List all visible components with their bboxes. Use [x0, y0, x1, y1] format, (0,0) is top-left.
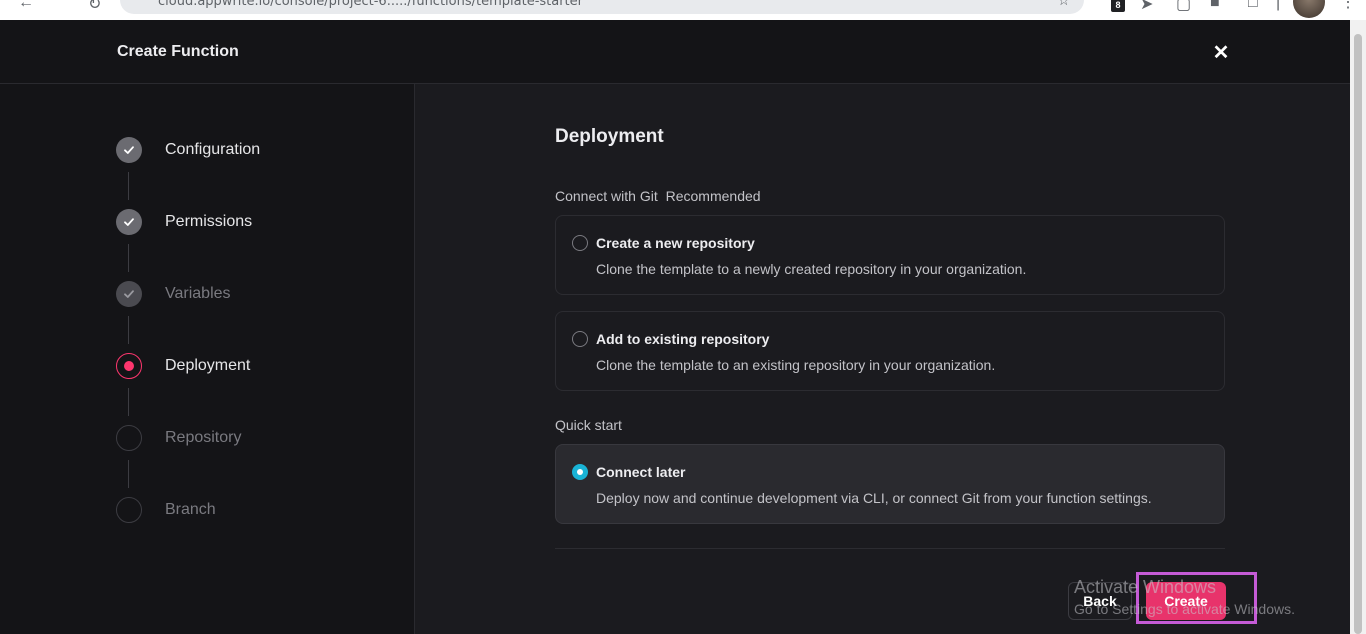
radio-button[interactable] — [572, 331, 588, 347]
bookmark-star-icon[interactable]: ☆ — [1057, 0, 1070, 9]
avatar[interactable] — [1293, 0, 1325, 18]
step-pending-indicator — [116, 425, 142, 451]
radio-button[interactable] — [572, 235, 588, 251]
step-label: Branch — [165, 501, 216, 518]
section-title: Deployment — [555, 126, 664, 147]
step-deployment[interactable]: Deployment — [116, 353, 250, 379]
step-branch: Branch — [116, 497, 216, 523]
step-connector — [128, 388, 129, 416]
step-permissions[interactable]: Permissions — [116, 209, 252, 235]
extension-icon[interactable]: ▢ — [1176, 0, 1191, 14]
check-icon — [124, 290, 134, 298]
activate-windows-subtitle: Go to Settings to activate Windows. — [1074, 601, 1295, 617]
extension-icon[interactable]: ➤ — [1140, 0, 1153, 14]
window-icon[interactable]: □ — [1248, 0, 1258, 12]
activate-windows-watermark: Activate Windows — [1074, 577, 1217, 597]
check-icon — [124, 146, 134, 154]
step-connector — [128, 172, 129, 200]
step-variables[interactable]: Variables — [116, 281, 231, 307]
extension-badge[interactable]: 8 — [1111, 0, 1125, 12]
option-description: Clone the template to an existing reposi… — [596, 357, 996, 373]
separator-icon: | — [1276, 0, 1281, 11]
page-scrollbar[interactable] — [1350, 20, 1366, 634]
scrollbar-thumb[interactable] — [1354, 34, 1362, 634]
option-add-existing-repository[interactable]: Add to existing repository Clone the tem… — [555, 311, 1225, 391]
step-label: Variables — [165, 285, 231, 302]
option-title: Create a new repository — [596, 235, 755, 251]
step-pending-indicator — [116, 497, 142, 523]
git-group-label: Connect with Git Recommended — [555, 188, 761, 204]
step-active-indicator — [116, 353, 142, 379]
step-configuration[interactable]: Configuration — [116, 137, 260, 163]
option-create-new-repository[interactable]: Create a new repository Clone the templa… — [555, 215, 1225, 295]
option-description: Clone the template to a newly created re… — [596, 261, 1027, 277]
option-title: Add to existing repository — [596, 331, 770, 347]
browser-toolbar: ← ↻ cloud.appwrite.io/console/project-6.… — [0, 0, 1366, 20]
step-label: Repository — [165, 429, 242, 446]
step-repository: Repository — [116, 425, 241, 451]
steps-sidebar: Configuration Permissions Variables Depl… — [0, 84, 415, 634]
step-label: Permissions — [165, 213, 253, 230]
radio-button-selected[interactable] — [572, 464, 588, 480]
recommended-tag: Recommended — [665, 188, 761, 204]
footer-divider — [555, 548, 1225, 549]
extension-icon[interactable]: ■ — [1210, 0, 1220, 12]
quick-start-label: Quick start — [555, 417, 622, 433]
reload-icon[interactable]: ↻ — [88, 0, 101, 14]
modal-title: Create Function — [117, 43, 239, 60]
step-done-indicator — [116, 281, 142, 307]
option-title: Connect later — [596, 464, 686, 480]
back-arrow-icon[interactable]: ← — [18, 0, 34, 12]
address-bar[interactable]: cloud.appwrite.io/console/project-6.....… — [120, 0, 1084, 14]
git-group-label-text: Connect with Git — [555, 188, 658, 204]
active-dot-icon — [124, 361, 134, 371]
step-done-indicator — [116, 137, 142, 163]
step-connector — [128, 460, 129, 488]
option-connect-later[interactable]: Connect later Deploy now and continue de… — [555, 444, 1225, 524]
step-connector — [128, 244, 129, 272]
step-label: Configuration — [165, 141, 261, 158]
check-icon — [124, 218, 134, 226]
step-done-indicator — [116, 209, 142, 235]
create-function-modal: Create Function ✕ Configuration Permissi… — [0, 20, 1350, 634]
step-label: Deployment — [165, 357, 251, 374]
modal-header: Create Function ✕ — [0, 20, 1350, 84]
address-bar-text: cloud.appwrite.io/console/project-6.....… — [158, 0, 584, 9]
step-connector — [128, 316, 129, 344]
close-icon[interactable]: ✕ — [1210, 42, 1232, 64]
option-description: Deploy now and continue development via … — [596, 490, 1152, 506]
menu-kebab-icon[interactable]: ⋮ — [1340, 0, 1356, 12]
